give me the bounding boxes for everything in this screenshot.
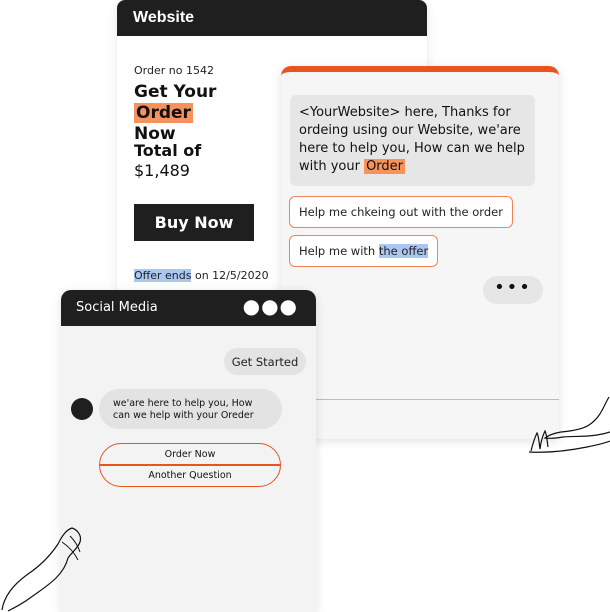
chat-option-offer-highlight: the offer <box>378 244 429 258</box>
more-menu-icon[interactable]: ●●● <box>243 294 298 318</box>
offer-date: on 12/5/2020 <box>191 269 269 282</box>
headline-prefix: Get Your <box>134 82 217 102</box>
quick-reply-order-now[interactable]: Order Now <box>100 444 280 464</box>
hand-illustration-left <box>1 527 82 612</box>
total-label: Total of <box>134 141 202 160</box>
chat-message-text: <YourWebsite> here, Thanks for ordeing u… <box>299 105 525 174</box>
offer-highlight: Offer ends <box>134 269 192 282</box>
chat-card: <YourWebsite> here, Thanks for ordeing u… <box>281 66 559 439</box>
social-title: Social Media <box>76 300 158 315</box>
website-title: Website <box>133 9 195 26</box>
website-title-bar: Website <box>117 0 427 36</box>
bot-message: we'are here to help you, How can we help… <box>99 389 282 429</box>
chat-input-divider <box>281 399 559 400</box>
headline-highlight: Order <box>134 103 193 123</box>
hand-illustration-right <box>528 396 610 453</box>
order-headline: Get Your Order Now <box>134 82 274 145</box>
chat-message-highlight: Order <box>364 159 406 174</box>
quick-replies: Order Now Another Question <box>99 443 281 487</box>
chat-message: <YourWebsite> here, Thanks for ordeing u… <box>290 95 535 186</box>
quick-reply-another-question[interactable]: Another Question <box>100 466 280 486</box>
total-value: $1,489 <box>134 161 190 180</box>
order-number: Order no 1542 <box>134 64 214 77</box>
bot-avatar <box>71 398 93 420</box>
chat-option-offer[interactable]: Help me with the offer <box>289 235 439 267</box>
chat-option-offer-prefix: Help me with <box>299 244 379 258</box>
chat-option-checkout[interactable]: Help me chkeing out with the order <box>289 196 513 228</box>
buy-now-button[interactable]: Buy Now <box>134 204 254 241</box>
offer-note: Offer ends on 12/5/2020 <box>134 269 269 282</box>
social-title-bar: Social Media ●●● <box>61 290 316 326</box>
get-started-button[interactable]: Get Started <box>224 348 306 375</box>
typing-indicator-icon: ••• <box>483 276 543 304</box>
social-media-card: Social Media ●●● Get Started we'are here… <box>61 290 316 612</box>
